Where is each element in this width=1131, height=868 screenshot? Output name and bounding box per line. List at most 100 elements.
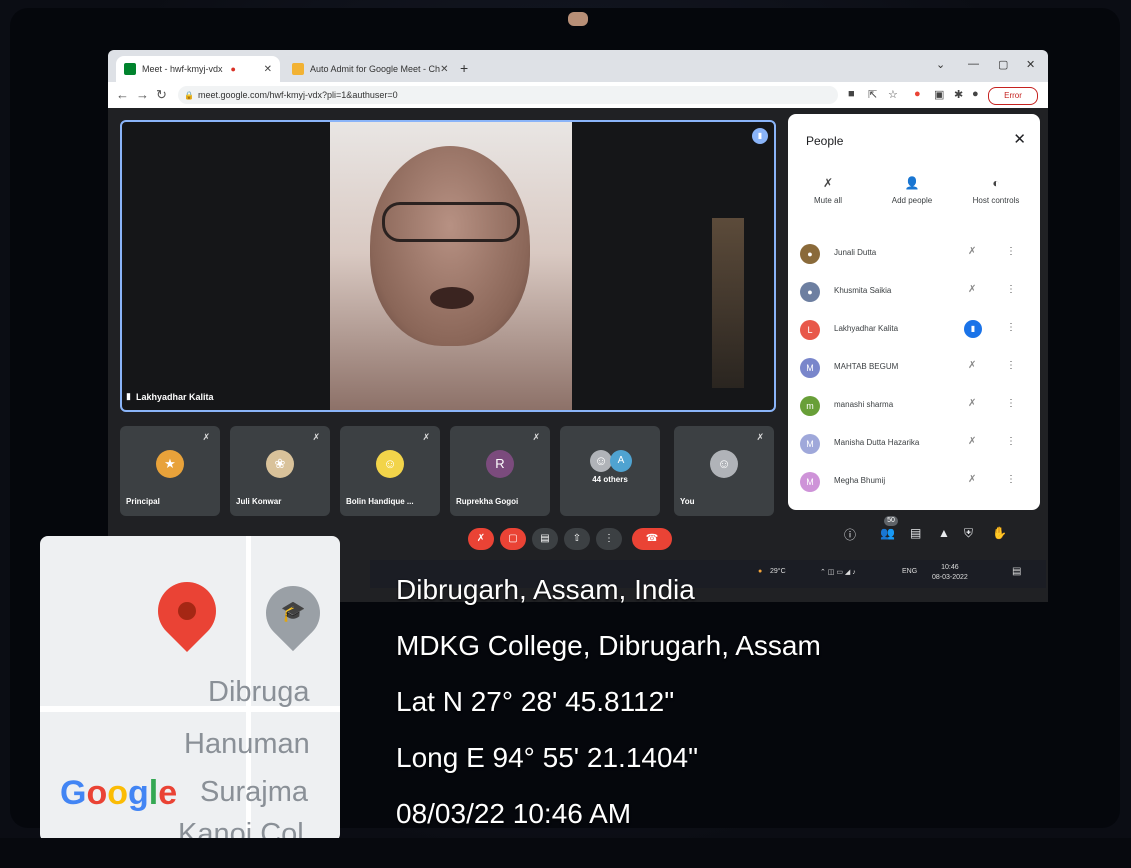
extension-pin-icon[interactable]: ● <box>914 88 921 100</box>
participant-avatar: ★ <box>156 450 184 478</box>
action-label: Mute all <box>813 196 842 205</box>
more-icon[interactable]: ⋮ <box>1006 284 1016 295</box>
participant-tile[interactable]: ❀ ✗ Juli Konwar <box>230 426 330 516</box>
mic-off-icon: ✗ <box>422 432 430 442</box>
geotag-longitude: Long E 94° 55' 21.1404" <box>396 742 699 773</box>
google-logo: Google <box>60 774 178 812</box>
tab-search-icon[interactable]: ⌄ <box>936 58 945 71</box>
tab-auto-admit[interactable]: Auto Admit for Google Meet - Ch ✕ <box>284 56 452 82</box>
participant-name: Juli Konwar <box>236 497 282 506</box>
participant-avatar: ☺ <box>710 450 738 478</box>
recording-dot-icon: ● <box>230 64 236 74</box>
more-options-button[interactable]: ⋮ <box>596 528 622 550</box>
extension-favicon-icon <box>292 63 304 75</box>
browser-tab-bar: Meet - hwf-kmyj-vdx ● ✕ Auto Admit for G… <box>108 50 1048 82</box>
speaker-mouth <box>430 287 474 309</box>
participant-name: Junali Dutta <box>834 248 877 257</box>
speaker-face <box>370 146 530 346</box>
reload-icon[interactable]: ↻ <box>156 87 167 103</box>
background-video-strip <box>712 218 744 388</box>
speaking-indicator-icon: ▮ <box>964 320 982 338</box>
participant-name: Khusmita Saikia <box>834 286 892 295</box>
present-button[interactable]: ⇧ <box>564 528 590 550</box>
close-tab-icon[interactable]: ✕ <box>264 64 272 75</box>
mic-toggle-button[interactable]: ✗ <box>468 528 494 550</box>
people-panel-title: People <box>806 134 844 148</box>
webcam <box>568 12 588 26</box>
new-tab-icon[interactable]: + <box>460 60 468 76</box>
raise-hand-icon[interactable]: ✋ <box>992 526 1007 540</box>
error-button[interactable]: Error <box>988 87 1038 105</box>
close-icon[interactable]: ✕ <box>1013 130 1026 148</box>
others-tile[interactable]: ☺ A 44 others <box>560 426 660 516</box>
tab-label: Meet - hwf-kmyj-vdx <box>142 64 223 74</box>
chat-icon[interactable]: ▤ <box>910 526 921 540</box>
main-speaker-tile[interactable]: ▮ ▮ Lakhyadhar Kalita <box>120 120 776 412</box>
more-icon[interactable]: ⋮ <box>1006 360 1016 371</box>
back-icon[interactable]: ← <box>116 87 129 102</box>
mic-off-icon[interactable]: ✗ <box>968 398 976 409</box>
participant-tile[interactable]: ☺ ✗ Bolin Handique ... <box>340 426 440 516</box>
people-icon[interactable]: 👥 <box>880 526 895 540</box>
map-label: Surajma <box>200 776 308 808</box>
share-icon[interactable]: ⇱ <box>868 88 877 101</box>
activities-icon[interactable]: ▲ <box>938 526 950 540</box>
participant-row[interactable]: M Megha Bhumij ✗ ⋮ <box>800 468 1030 498</box>
mic-off-icon[interactable]: ✗ <box>968 284 976 295</box>
host-controls-button[interactable]: ◐ Host controls <box>956 176 1036 205</box>
more-icon[interactable]: ⋮ <box>1006 322 1016 333</box>
mic-off-icon[interactable]: ✗ <box>968 436 976 447</box>
participant-row[interactable]: m manashi sharma ✗ ⋮ <box>800 392 1030 422</box>
leave-call-button[interactable]: ☎ <box>632 528 672 550</box>
action-label: Host controls <box>972 196 1020 205</box>
close-window-icon[interactable]: ✕ <box>1026 58 1035 71</box>
speaking-indicator-icon: ▮ <box>752 128 768 144</box>
participant-name: Manisha Dutta Hazarika <box>834 438 920 447</box>
profile-avatar-icon[interactable]: ● <box>972 88 979 100</box>
maximize-icon[interactable]: ▢ <box>998 58 1008 71</box>
map-label: Hanuman <box>184 728 310 760</box>
mic-off-icon[interactable]: ✗ <box>968 360 976 371</box>
graduation-cap-icon: 🎓 <box>280 601 306 623</box>
main-speaker-name: Lakhyadhar Kalita <box>136 392 214 402</box>
add-people-button[interactable]: 👤 Add people <box>872 176 952 205</box>
mic-off-icon[interactable]: ✗ <box>968 246 976 257</box>
self-tile[interactable]: ☺ ✗ You <box>674 426 774 516</box>
participant-tile[interactable]: R ✗ Ruprekha Gogoi <box>450 426 550 516</box>
laptop-screen: Meet - hwf-kmyj-vdx ● ✕ Auto Admit for G… <box>108 50 1048 602</box>
tab-meet[interactable]: Meet - hwf-kmyj-vdx ● ✕ <box>116 56 280 82</box>
participant-avatar: L <box>800 320 820 340</box>
map-label: Dibruga <box>208 676 310 708</box>
url-input[interactable]: meet.google.com/hwf-kmyj-vdx?pli=1&authu… <box>178 86 838 104</box>
info-icon[interactable]: ⓘ <box>844 526 856 543</box>
puzzle-icon[interactable]: ✱ <box>954 88 963 101</box>
participant-row[interactable]: M MAHTAB BEGUM ✗ ⋮ <box>800 354 1030 384</box>
participant-row[interactable]: ● Khusmita Saikia ✗ ⋮ <box>800 278 1030 308</box>
geotag-address: MDKG College, Dibrugarh, Assam <box>396 630 821 661</box>
mic-off-icon[interactable]: ✗ <box>968 474 976 485</box>
more-icon[interactable]: ⋮ <box>1006 474 1016 485</box>
captions-button[interactable]: ▤ <box>532 528 558 550</box>
minimize-icon[interactable]: — <box>968 58 979 70</box>
forward-icon[interactable]: → <box>136 87 149 102</box>
more-icon[interactable]: ⋮ <box>1006 398 1016 409</box>
participant-row[interactable]: ● Junali Dutta ✗ ⋮ <box>800 240 1030 270</box>
participant-row[interactable]: L Lakhyadhar Kalita ▮ ⋮ <box>800 316 1030 346</box>
close-tab-icon[interactable]: ✕ <box>440 64 448 75</box>
participant-tile[interactable]: ★ ✗ Principal <box>120 426 220 516</box>
participant-avatar: ● <box>800 244 820 264</box>
person-add-icon: 👤 <box>904 176 920 190</box>
bookmark-star-icon[interactable]: ☆ <box>888 88 898 101</box>
participant-avatar: M <box>800 434 820 454</box>
participant-row[interactable]: M Manisha Dutta Hazarika ✗ ⋮ <box>800 430 1030 460</box>
camera-icon[interactable]: ■ <box>848 88 855 100</box>
more-icon[interactable]: ⋮ <box>1006 246 1016 257</box>
more-icon[interactable]: ⋮ <box>1006 436 1016 447</box>
extension-icon[interactable]: ▣ <box>934 88 944 101</box>
speaker-video <box>330 122 572 410</box>
pin-icon[interactable]: ▮ <box>126 391 131 402</box>
participant-avatar: ☺ <box>376 450 404 478</box>
mute-all-button[interactable]: ✗ Mute all <box>788 176 868 205</box>
host-controls-icon[interactable]: ⛨ <box>964 526 973 541</box>
camera-toggle-button[interactable]: ▢ <box>500 528 526 550</box>
